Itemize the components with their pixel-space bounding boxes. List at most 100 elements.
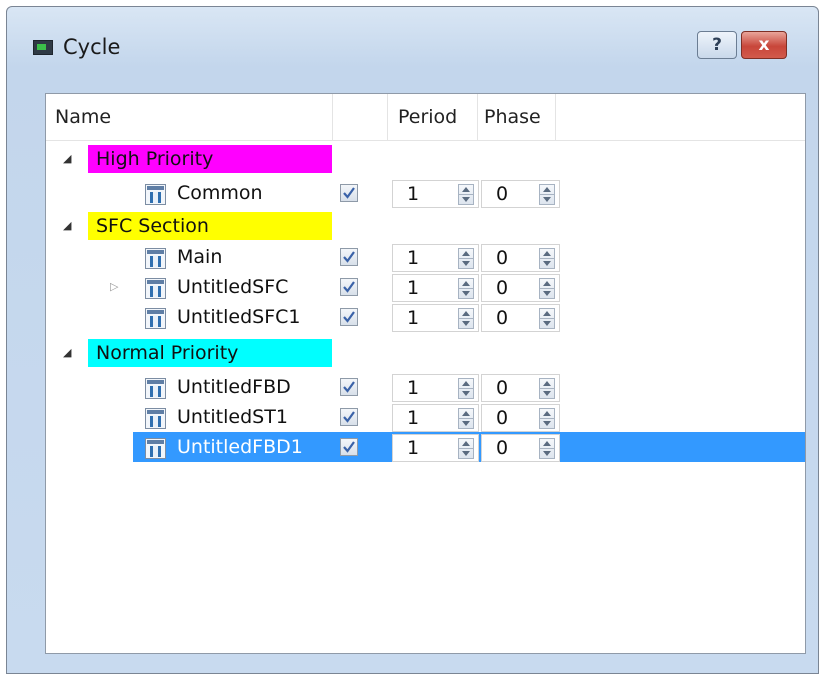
tree-item-main[interactable]: Main 1 0 [46, 242, 805, 272]
enabled-checkbox[interactable] [340, 248, 358, 266]
program-block-icon [145, 278, 166, 299]
title-bar[interactable]: Cycle ? x [7, 7, 818, 77]
tree-item-untitledsfc1[interactable]: UntitledSFC1 1 0 [46, 302, 805, 332]
phase-stepper[interactable]: 0 [481, 274, 560, 302]
phase-spin-arrows[interactable] [539, 248, 555, 269]
phase-spin-arrows[interactable] [539, 308, 555, 329]
spin-up-icon[interactable] [462, 381, 470, 386]
period-value[interactable]: 1 [393, 245, 433, 271]
phase-stepper[interactable]: 0 [481, 180, 560, 208]
group-row-normal-priority[interactable]: ◢ Normal Priority [46, 338, 805, 368]
spin-down-icon[interactable] [543, 197, 551, 202]
period-stepper[interactable]: 1 [392, 274, 479, 302]
enabled-checkbox[interactable] [340, 438, 358, 456]
phase-stepper[interactable]: 0 [481, 304, 560, 332]
period-spin-arrows[interactable] [458, 378, 474, 399]
expanded-triangle-icon[interactable]: ◢ [63, 152, 71, 165]
period-spin-arrows[interactable] [458, 408, 474, 429]
spin-up-icon[interactable] [543, 311, 551, 316]
spin-down-icon[interactable] [543, 451, 551, 456]
spin-up-icon[interactable] [543, 251, 551, 256]
period-stepper[interactable]: 1 [392, 374, 479, 402]
spin-up-icon[interactable] [462, 441, 470, 446]
phase-stepper[interactable]: 0 [481, 404, 560, 432]
phase-stepper[interactable]: 0 [481, 434, 560, 462]
period-spin-arrows[interactable] [458, 308, 474, 329]
enabled-checkbox[interactable] [340, 408, 358, 426]
phase-value[interactable]: 0 [482, 275, 522, 301]
help-button[interactable]: ? [697, 31, 737, 59]
spin-up-icon[interactable] [462, 281, 470, 286]
phase-spin-arrows[interactable] [539, 378, 555, 399]
period-value[interactable]: 1 [393, 405, 433, 431]
spin-down-icon[interactable] [462, 391, 470, 396]
period-value[interactable]: 1 [393, 435, 433, 461]
expanded-triangle-icon[interactable]: ◢ [63, 219, 71, 232]
phase-stepper[interactable]: 0 [481, 374, 560, 402]
enabled-checkbox[interactable] [340, 308, 358, 326]
phase-spin-arrows[interactable] [539, 278, 555, 299]
enabled-checkbox[interactable] [340, 184, 358, 202]
tree-item-label: UntitledFBD1 [177, 436, 303, 458]
column-header-phase[interactable]: Phase [478, 94, 556, 140]
spin-down-icon[interactable] [462, 451, 470, 456]
period-value[interactable]: 1 [393, 305, 433, 331]
period-stepper[interactable]: 1 [392, 434, 479, 462]
phase-value[interactable]: 0 [482, 405, 522, 431]
tree-item-untitledsfc[interactable]: ▷ UntitledSFC 1 0 [46, 272, 805, 302]
spin-up-icon[interactable] [462, 251, 470, 256]
tree-item-untitledst1[interactable]: UntitledST1 1 0 [46, 402, 805, 432]
period-spin-arrows[interactable] [458, 248, 474, 269]
period-value[interactable]: 1 [393, 275, 433, 301]
period-stepper[interactable]: 1 [392, 404, 479, 432]
close-button[interactable]: x [741, 31, 787, 59]
group-row-high-priority[interactable]: ◢ High Priority [46, 144, 805, 174]
period-stepper[interactable]: 1 [392, 180, 479, 208]
spin-up-icon[interactable] [543, 187, 551, 192]
period-spin-arrows[interactable] [458, 184, 474, 205]
collapsed-triangle-icon[interactable]: ▷ [110, 280, 118, 293]
spin-down-icon[interactable] [543, 391, 551, 396]
phase-value[interactable]: 0 [482, 375, 522, 401]
spin-up-icon[interactable] [543, 381, 551, 386]
period-value[interactable]: 1 [393, 181, 433, 207]
phase-spin-arrows[interactable] [539, 408, 555, 429]
spin-down-icon[interactable] [462, 261, 470, 266]
phase-value[interactable]: 0 [482, 435, 522, 461]
phase-value[interactable]: 0 [482, 181, 522, 207]
spin-down-icon[interactable] [462, 421, 470, 426]
column-header-name[interactable]: Name [46, 94, 333, 140]
spin-up-icon[interactable] [462, 311, 470, 316]
tree-item-untitledfbd1[interactable]: UntitledFBD1 1 0 [46, 432, 805, 462]
period-value[interactable]: 1 [393, 375, 433, 401]
period-stepper[interactable]: 1 [392, 244, 479, 272]
period-spin-arrows[interactable] [458, 438, 474, 459]
phase-stepper[interactable]: 0 [481, 244, 560, 272]
enabled-checkbox[interactable] [340, 378, 358, 396]
phase-spin-arrows[interactable] [539, 184, 555, 205]
spin-down-icon[interactable] [543, 321, 551, 326]
period-stepper[interactable]: 1 [392, 304, 479, 332]
spin-down-icon[interactable] [543, 291, 551, 296]
spin-up-icon[interactable] [543, 441, 551, 446]
phase-value[interactable]: 0 [482, 305, 522, 331]
expanded-triangle-icon[interactable]: ◢ [63, 346, 71, 359]
tree-item-common[interactable]: Common 1 0 [46, 178, 805, 208]
spin-down-icon[interactable] [462, 291, 470, 296]
enabled-checkbox[interactable] [340, 278, 358, 296]
spin-up-icon[interactable] [543, 411, 551, 416]
spin-down-icon[interactable] [462, 197, 470, 202]
spin-down-icon[interactable] [543, 421, 551, 426]
spin-up-icon[interactable] [462, 411, 470, 416]
period-spin-arrows[interactable] [458, 278, 474, 299]
spin-up-icon[interactable] [543, 281, 551, 286]
spin-up-icon[interactable] [462, 187, 470, 192]
spin-down-icon[interactable] [462, 321, 470, 326]
phase-spin-arrows[interactable] [539, 438, 555, 459]
phase-value[interactable]: 0 [482, 245, 522, 271]
column-header-period[interactable]: Period [388, 94, 478, 140]
column-header-enabled[interactable] [333, 94, 388, 140]
spin-down-icon[interactable] [543, 261, 551, 266]
group-row-sfc-section[interactable]: ◢ SFC Section [46, 211, 805, 241]
tree-item-untitledfbd[interactable]: UntitledFBD 1 0 [46, 372, 805, 402]
